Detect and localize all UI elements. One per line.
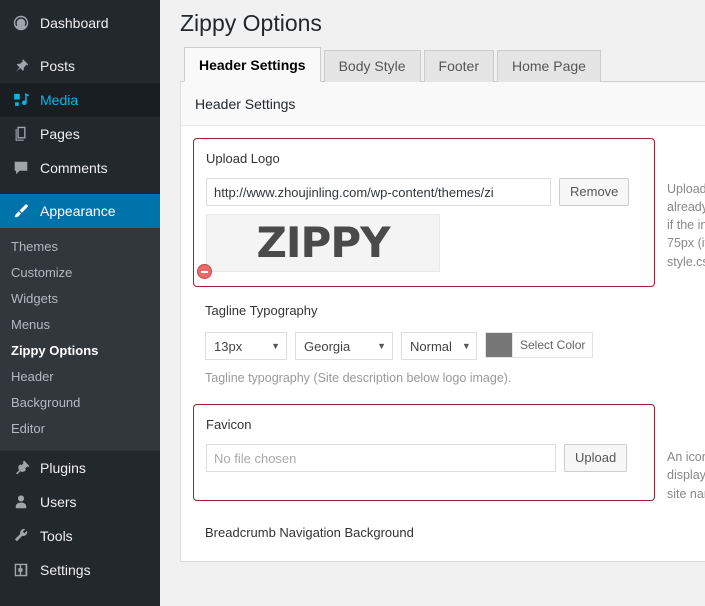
sidebar-item-label: Comments — [40, 160, 108, 176]
admin-sidebar: Dashboard Posts Media Pages Comments App… — [0, 0, 160, 606]
sidebar-item-label: Users — [40, 494, 77, 510]
color-picker-group: Select Color — [485, 332, 594, 358]
sidebar-item-dashboard[interactable]: Dashboard — [0, 6, 160, 40]
upload-logo-label: Upload Logo — [206, 151, 280, 166]
sidebar-item-posts[interactable]: Posts — [0, 49, 160, 83]
wordpress-admin-screen: Dashboard Posts Media Pages Comments App… — [0, 0, 705, 606]
favicon-description: An icon as displayed, site name — [667, 450, 705, 501]
media-icon — [11, 90, 31, 110]
logo-preview-text: ZIPPY — [256, 218, 390, 267]
plugins-icon — [11, 458, 31, 478]
upload-logo-controls: Remove — [206, 178, 642, 206]
favicon-upload-button[interactable]: Upload — [564, 444, 628, 473]
font-weight-select[interactable]: Normal ▼ — [401, 332, 477, 360]
delete-logo-icon[interactable] — [197, 264, 212, 279]
tab-home-page[interactable]: Home Page — [497, 50, 601, 82]
submenu-item-editor[interactable]: Editor — [0, 416, 160, 442]
upload-logo-highlight-box: Upload Logo Remove ZIPPY — [193, 138, 655, 287]
submenu-item-zippy-options[interactable]: Zippy Options — [0, 338, 160, 364]
options-tab-bar: Header Settings Body Style Footer Home P… — [180, 47, 705, 82]
favicon-input[interactable] — [206, 444, 556, 473]
page-title: Zippy Options — [180, 10, 322, 36]
sidebar-item-users[interactable]: Users — [0, 485, 160, 519]
chevron-down-icon: ▼ — [377, 340, 386, 351]
main-content: Zippy Options Header Settings Body Style… — [160, 0, 705, 606]
panel-heading: Header Settings — [181, 82, 705, 126]
color-swatch[interactable] — [486, 333, 512, 357]
tagline-typography-hint: Tagline typography (Site description bel… — [205, 371, 512, 385]
font-weight-value: Normal — [410, 338, 452, 354]
submenu-item-background[interactable]: Background — [0, 390, 160, 416]
tagline-typography-controls: 13px ▼ Georgia ▼ Normal ▼ Select Color — [205, 332, 643, 360]
select-color-button[interactable]: Select Color — [512, 333, 593, 357]
logo-preview-wrapper: ZIPPY — [197, 214, 440, 279]
pin-icon — [11, 56, 31, 76]
sidebar-item-media[interactable]: Media — [0, 83, 160, 117]
sidebar-item-settings[interactable]: Settings — [0, 553, 160, 587]
sidebar-item-label: Tools — [40, 528, 73, 544]
settings-panel: Header Settings Upload Logo Remove ZIPPY — [180, 82, 705, 562]
sidebar-item-label: Pages — [40, 126, 80, 142]
tagline-typography-label: Tagline Typography — [205, 303, 318, 318]
font-size-value: 13px — [214, 338, 243, 354]
sidebar-item-label: Dashboard — [40, 15, 109, 31]
remove-logo-button[interactable]: Remove — [559, 178, 630, 206]
sidebar-item-label: Posts — [40, 58, 76, 74]
panel-body: Upload Logo Remove ZIPPY Upload a l a — [181, 126, 705, 556]
breadcrumb-bg-field: Breadcrumb Navigation Background — [193, 513, 705, 556]
submenu-item-customize[interactable]: Customize — [0, 260, 160, 286]
sidebar-item-appearance[interactable]: Appearance — [0, 194, 160, 228]
sidebar-item-tools[interactable]: Tools — [0, 519, 160, 553]
logo-url-input[interactable] — [206, 178, 551, 206]
font-family-select[interactable]: Georgia ▼ — [295, 332, 393, 360]
comments-icon — [11, 158, 31, 178]
tools-icon — [11, 526, 31, 546]
sidebar-item-comments[interactable]: Comments — [0, 151, 160, 185]
breadcrumb-bg-label: Breadcrumb Navigation Background — [205, 525, 414, 541]
settings-icon — [11, 560, 31, 580]
tagline-typography-field: Tagline Typography 13px ▼ Georgia ▼ Norm… — [193, 291, 705, 390]
upload-logo-description: Upload a l already up if the input 75px … — [667, 182, 705, 269]
tagline-typography-group: Tagline Typography 13px ▼ Georgia ▼ Norm… — [193, 291, 655, 390]
sidebar-item-label: Appearance — [40, 203, 116, 219]
tab-header-settings[interactable]: Header Settings — [184, 47, 321, 82]
brush-icon — [11, 201, 31, 221]
appearance-submenu: Themes Customize Widgets Menus Zippy Opt… — [0, 228, 160, 450]
logo-preview-image: ZIPPY — [206, 214, 440, 272]
dashboard-icon — [11, 13, 31, 33]
submenu-item-themes[interactable]: Themes — [0, 234, 160, 260]
font-family-value: Georgia — [304, 338, 351, 354]
favicon-highlight-box: Favicon Upload — [193, 404, 655, 502]
users-icon — [11, 492, 31, 512]
sidebar-item-pages[interactable]: Pages — [0, 117, 160, 151]
favicon-controls: Upload — [206, 444, 642, 473]
pages-icon — [11, 124, 31, 144]
tab-footer[interactable]: Footer — [423, 50, 494, 82]
chevron-down-icon: ▼ — [271, 340, 280, 351]
tab-body-style[interactable]: Body Style — [323, 50, 421, 82]
submenu-item-widgets[interactable]: Widgets — [0, 286, 160, 312]
chevron-down-icon: ▼ — [461, 340, 471, 351]
sidebar-item-plugins[interactable]: Plugins — [0, 451, 160, 485]
submenu-item-menus[interactable]: Menus — [0, 312, 160, 338]
upload-logo-field: Upload Logo Remove ZIPPY Upload a l a — [193, 138, 705, 287]
sidebar-item-label: Media — [40, 92, 79, 108]
favicon-field: Favicon Upload An icon as displayed, sit… — [193, 404, 705, 502]
favicon-label: Favicon — [206, 417, 252, 433]
submenu-item-header[interactable]: Header — [0, 364, 160, 390]
font-size-select[interactable]: 13px ▼ — [205, 332, 287, 360]
sidebar-item-label: Plugins — [40, 460, 86, 476]
sidebar-item-label: Settings — [40, 562, 91, 578]
breadcrumb-bg-group: Breadcrumb Navigation Background — [193, 513, 655, 556]
